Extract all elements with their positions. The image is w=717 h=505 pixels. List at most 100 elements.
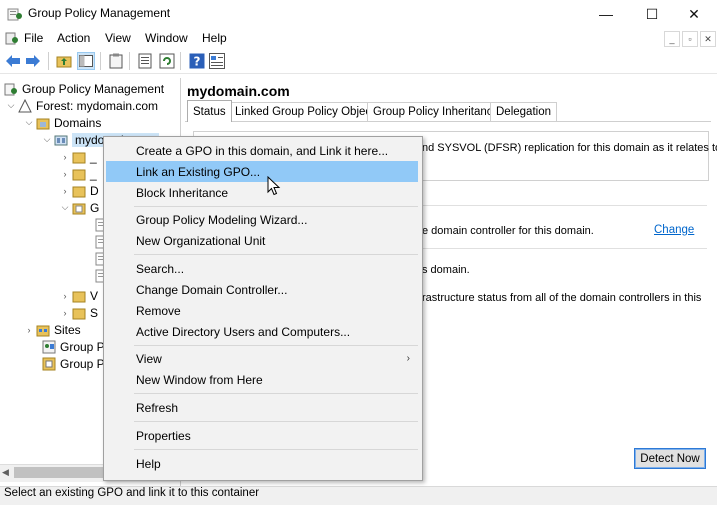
- properties-icon[interactable]: [208, 52, 226, 70]
- menu-separator: [134, 421, 418, 422]
- menu-file[interactable]: File: [24, 31, 43, 45]
- tab-gp-inheritance[interactable]: Group Policy Inheritance: [367, 102, 505, 121]
- menu-action[interactable]: Action: [57, 31, 90, 45]
- tree-domains[interactable]: ⌵ Domains: [24, 114, 102, 131]
- tree-child-5[interactable]: › V: [60, 287, 99, 304]
- tab-delegation[interactable]: Delegation: [490, 102, 557, 121]
- menu-separator: [134, 449, 418, 450]
- menu-window[interactable]: Window: [145, 31, 188, 45]
- up-folder-icon[interactable]: [55, 52, 73, 70]
- status-bar-text: Select an existing GPO and link it to th…: [4, 487, 260, 499]
- close-icon: ✕: [688, 5, 700, 22]
- domain-status-text: s domain.: [422, 264, 470, 276]
- menu-item-view[interactable]: View ›: [106, 348, 418, 369]
- menu-view[interactable]: View: [105, 31, 131, 45]
- collapse-arrow-icon[interactable]: ⌵: [60, 202, 70, 213]
- show-hide-tree-icon[interactable]: [77, 52, 95, 70]
- console-menu-icon[interactable]: [5, 31, 19, 48]
- back-icon[interactable]: [4, 52, 22, 70]
- tree-root-label: Group Policy Management: [22, 81, 165, 96]
- maximize-button[interactable]: ☐: [629, 0, 675, 28]
- toolbar-separator: [100, 52, 101, 70]
- expand-arrow-icon[interactable]: ›: [60, 308, 70, 318]
- tree-child-3[interactable]: › D: [60, 182, 99, 199]
- gpm-icon: [4, 82, 18, 96]
- tree-child-label: S: [90, 305, 99, 320]
- ou-folder-icon: [72, 167, 86, 181]
- tree-group-policy-results-label: Group P: [60, 356, 105, 371]
- tree-child-label: _: [90, 166, 97, 181]
- change-link[interactable]: Change: [654, 224, 694, 236]
- menu-item-link-existing-gpo[interactable]: Link an Existing GPO...: [106, 161, 418, 182]
- expand-arrow-icon[interactable]: ›: [60, 291, 70, 301]
- tree-child-1[interactable]: › _: [60, 148, 97, 165]
- tree-child-label: D: [90, 183, 99, 198]
- collapse-arrow-icon[interactable]: ⌵: [24, 117, 34, 128]
- menu-item-ad-users-computers[interactable]: Active Directory Users and Computers...: [106, 321, 418, 342]
- tree-child-label: V: [90, 288, 99, 303]
- export-list-icon[interactable]: [136, 52, 154, 70]
- menu-separator: [134, 393, 418, 394]
- mdi-close-button[interactable]: ✕: [700, 31, 716, 47]
- svg-text:?: ?: [194, 55, 201, 69]
- window-title: Group Policy Management: [28, 6, 171, 20]
- minimize-button[interactable]: —: [583, 0, 629, 28]
- menu-item-properties[interactable]: Properties: [106, 425, 418, 446]
- tab-underline: [185, 121, 711, 122]
- tree-sites[interactable]: › Sites: [24, 321, 81, 338]
- menu-item-create-gpo[interactable]: Create a GPO in this domain, and Link it…: [106, 140, 418, 161]
- ou-folder-icon: [72, 184, 86, 198]
- tree-root[interactable]: Group Policy Management: [4, 80, 164, 97]
- tree-scroll-thumb[interactable]: [14, 467, 110, 478]
- collapse-arrow-icon[interactable]: ⌵: [42, 134, 52, 145]
- menu-item-new-window[interactable]: New Window from Here: [106, 369, 418, 390]
- help-icon[interactable]: ?: [188, 52, 206, 70]
- tree-child-label: _: [90, 149, 97, 164]
- menu-help[interactable]: Help: [202, 31, 227, 45]
- starter-gpo-folder-icon: [72, 306, 86, 320]
- tree-forest-label: Forest: mydomain.com: [36, 98, 159, 113]
- tree-forest[interactable]: ⌵ Forest: mydomain.com: [6, 97, 158, 114]
- modeling-icon: [42, 340, 56, 354]
- close-button[interactable]: ✕: [671, 0, 717, 28]
- toolbar-separator: [180, 52, 181, 70]
- wmi-folder-icon: [72, 289, 86, 303]
- sites-icon: [36, 323, 50, 337]
- tree-child-6[interactable]: › S: [60, 304, 99, 321]
- menu-separator: [134, 345, 418, 346]
- tree-child-4[interactable]: ⌵ G: [60, 199, 100, 216]
- menu-item-refresh[interactable]: Refresh: [106, 397, 418, 418]
- refresh-icon[interactable]: [158, 52, 176, 70]
- expand-arrow-icon[interactable]: ›: [60, 169, 70, 179]
- infrastructure-status-text: rastructure status from all of the domai…: [422, 292, 702, 304]
- tree-group-policy-results[interactable]: Group P: [42, 355, 105, 372]
- tree-group-policy-modeling[interactable]: Group P: [42, 338, 105, 355]
- menu-item-new-ou[interactable]: New Organizational Unit: [106, 230, 418, 251]
- menu-item-remove[interactable]: Remove: [106, 300, 418, 321]
- forest-icon: [18, 98, 32, 113]
- menu-item-change-dc[interactable]: Change Domain Controller...: [106, 279, 418, 300]
- collapse-arrow-icon[interactable]: ⌵: [6, 100, 16, 111]
- detect-now-button[interactable]: Detect Now: [634, 448, 706, 469]
- mouse-cursor-icon: [267, 175, 281, 199]
- expand-arrow-icon[interactable]: ›: [60, 186, 70, 196]
- mdi-minimize-button[interactable]: _: [664, 31, 680, 47]
- gpo-folder-icon: [72, 201, 86, 215]
- results-icon: [42, 357, 56, 371]
- clipboard-icon[interactable]: [107, 52, 125, 70]
- menu-separator: [134, 254, 418, 255]
- domain-icon: [54, 133, 68, 147]
- tree-domains-label: Domains: [54, 115, 102, 130]
- menu-item-help[interactable]: Help: [106, 453, 418, 474]
- tree-child-2[interactable]: › _: [60, 165, 97, 182]
- menu-item-search[interactable]: Search...: [106, 258, 418, 279]
- tab-status[interactable]: Status: [187, 100, 232, 122]
- forward-icon[interactable]: [24, 52, 42, 70]
- tab-linked-gpos[interactable]: Linked Group Policy Objects: [229, 102, 387, 121]
- menu-item-modeling-wizard[interactable]: Group Policy Modeling Wizard...: [106, 209, 418, 230]
- scroll-left-icon[interactable]: ◀: [2, 467, 9, 478]
- mdi-restore-button[interactable]: ▫: [682, 31, 698, 47]
- menu-item-block-inheritance[interactable]: Block Inheritance: [106, 182, 418, 203]
- expand-arrow-icon[interactable]: ›: [60, 152, 70, 162]
- expand-arrow-icon[interactable]: ›: [24, 325, 34, 335]
